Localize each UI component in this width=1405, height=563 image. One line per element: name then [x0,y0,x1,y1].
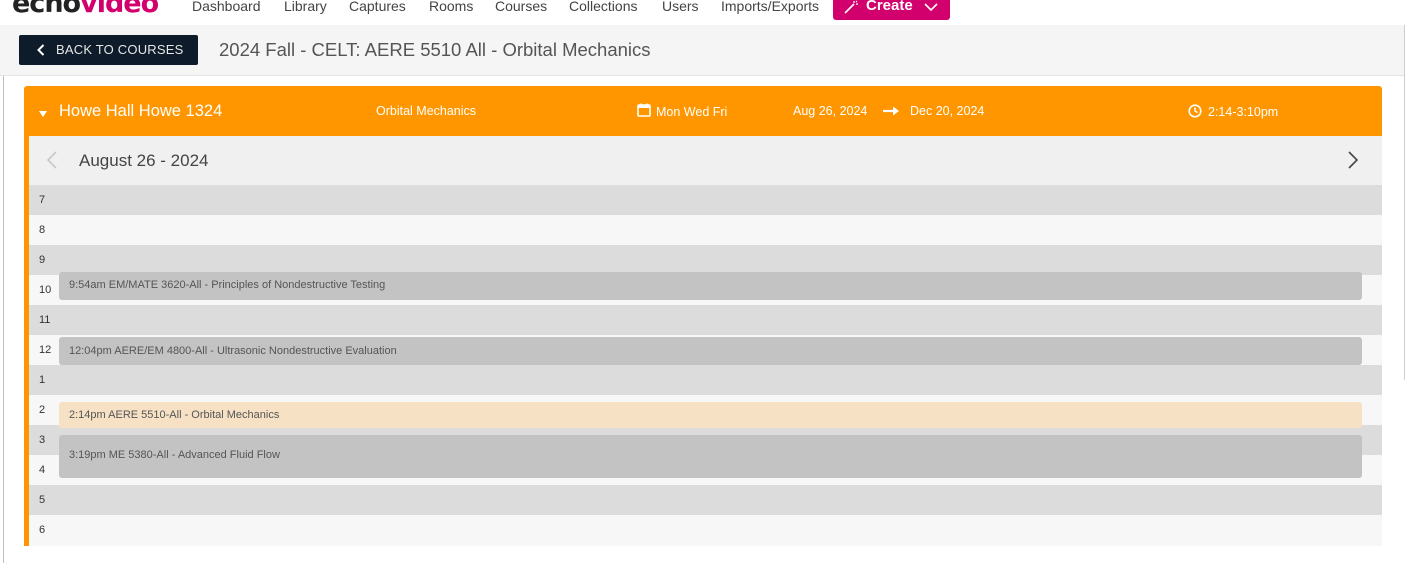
hour-label: 2 [39,404,46,416]
prev-week-button[interactable] [46,151,57,174]
nav-courses[interactable]: Courses [495,0,547,14]
time-range: 2:14-3:10pm [1208,105,1279,119]
room-name: Howe Hall Howe 1324 [59,102,223,120]
page-title: 2024 Fall - CELT: AERE 5510 All - Orbita… [219,39,651,60]
hour-row: 1 [29,365,1382,395]
back-to-courses-button[interactable]: BACK TO COURSES [19,35,198,65]
hour-row: 9 [29,245,1382,275]
hour-label: 6 [39,524,46,536]
magic-wand-icon [843,0,859,18]
nav-captures[interactable]: Captures [349,0,406,14]
calendar-event[interactable]: 3:19pm ME 5380-All - Advanced Fluid Flow [59,435,1362,478]
hour-label: 9 [39,254,46,266]
hour-label: 10 [39,284,52,296]
calendar-event-current[interactable]: 2:14pm AERE 5510-All - Orbital Mechanics [59,402,1362,428]
arrow-right-icon [883,104,899,122]
page-border [3,76,4,563]
hour-row: 8 [29,215,1382,245]
schedule-section: Howe Hall Howe 1324 Orbital Mechanics Mo… [24,86,1382,546]
course-name: Orbital Mechanics [376,104,477,118]
event-label: 12:04pm AERE/EM 4800-All - Ultrasonic No… [69,345,397,357]
calendar-event[interactable]: 9:54am EM/MATE 3620-All - Principles of … [59,272,1362,300]
page-header: BACK TO COURSES 2024 Fall - CELT: AERE 5… [0,25,1405,76]
section-header[interactable]: Howe Hall Howe 1324 Orbital Mechanics Mo… [24,86,1382,136]
chevron-down-icon [924,0,938,16]
calendar-nav: August 26 - 2024 [29,136,1382,185]
back-to-courses-label: BACK TO COURSES [56,42,184,57]
event-label: 9:54am EM/MATE 3620-All - Principles of … [69,279,386,291]
nav-rooms[interactable]: Rooms [429,0,473,14]
hour-label: 1 [39,374,46,386]
hour-row: 7 [29,185,1382,215]
calendar-event[interactable]: 12:04pm AERE/EM 4800-All - Ultrasonic No… [59,337,1362,365]
next-week-button[interactable] [1348,151,1359,174]
nav-users[interactable]: Users [662,0,699,14]
nav-dashboard[interactable]: Dashboard [192,0,261,14]
hour-label: 7 [39,194,46,206]
hour-label: 8 [39,224,46,236]
hour-label: 5 [39,494,46,506]
chevron-left-icon [37,44,45,59]
create-label: Create [866,0,913,14]
week-label: August 26 - 2024 [79,151,209,170]
hour-label: 11 [39,314,51,326]
hour-row: 11 [29,305,1382,335]
collapse-caret-icon[interactable] [38,105,48,123]
hour-label: 3 [39,434,46,446]
nav-collections[interactable]: Collections [569,0,637,14]
day-calendar: August 26 - 2024 7 8 9 10 11 12 1 2 3 4 … [29,136,1382,546]
calendar-icon [637,103,651,122]
meeting-days: Mon Wed Fri [656,105,728,119]
hour-label: 4 [39,464,46,476]
hour-row: 6 [29,515,1382,545]
end-date: Dec 20, 2024 [910,104,985,118]
echovideo-logo[interactable]: echovideo [12,0,159,19]
create-button[interactable]: Create [833,0,950,20]
nav-library[interactable]: Library [284,0,327,14]
event-label: 3:19pm ME 5380-All - Advanced Fluid Flow [69,449,280,461]
start-date: Aug 26, 2024 [793,104,868,118]
top-nav: echovideo Dashboard Library Captures Roo… [0,0,1405,25]
hour-label: 12 [39,344,52,356]
nav-imports-exports[interactable]: Imports/Exports [721,0,819,14]
event-label: 2:14pm AERE 5510-All - Orbital Mechanics [69,409,280,421]
hour-row: 5 [29,485,1382,515]
clock-icon [1188,104,1202,123]
